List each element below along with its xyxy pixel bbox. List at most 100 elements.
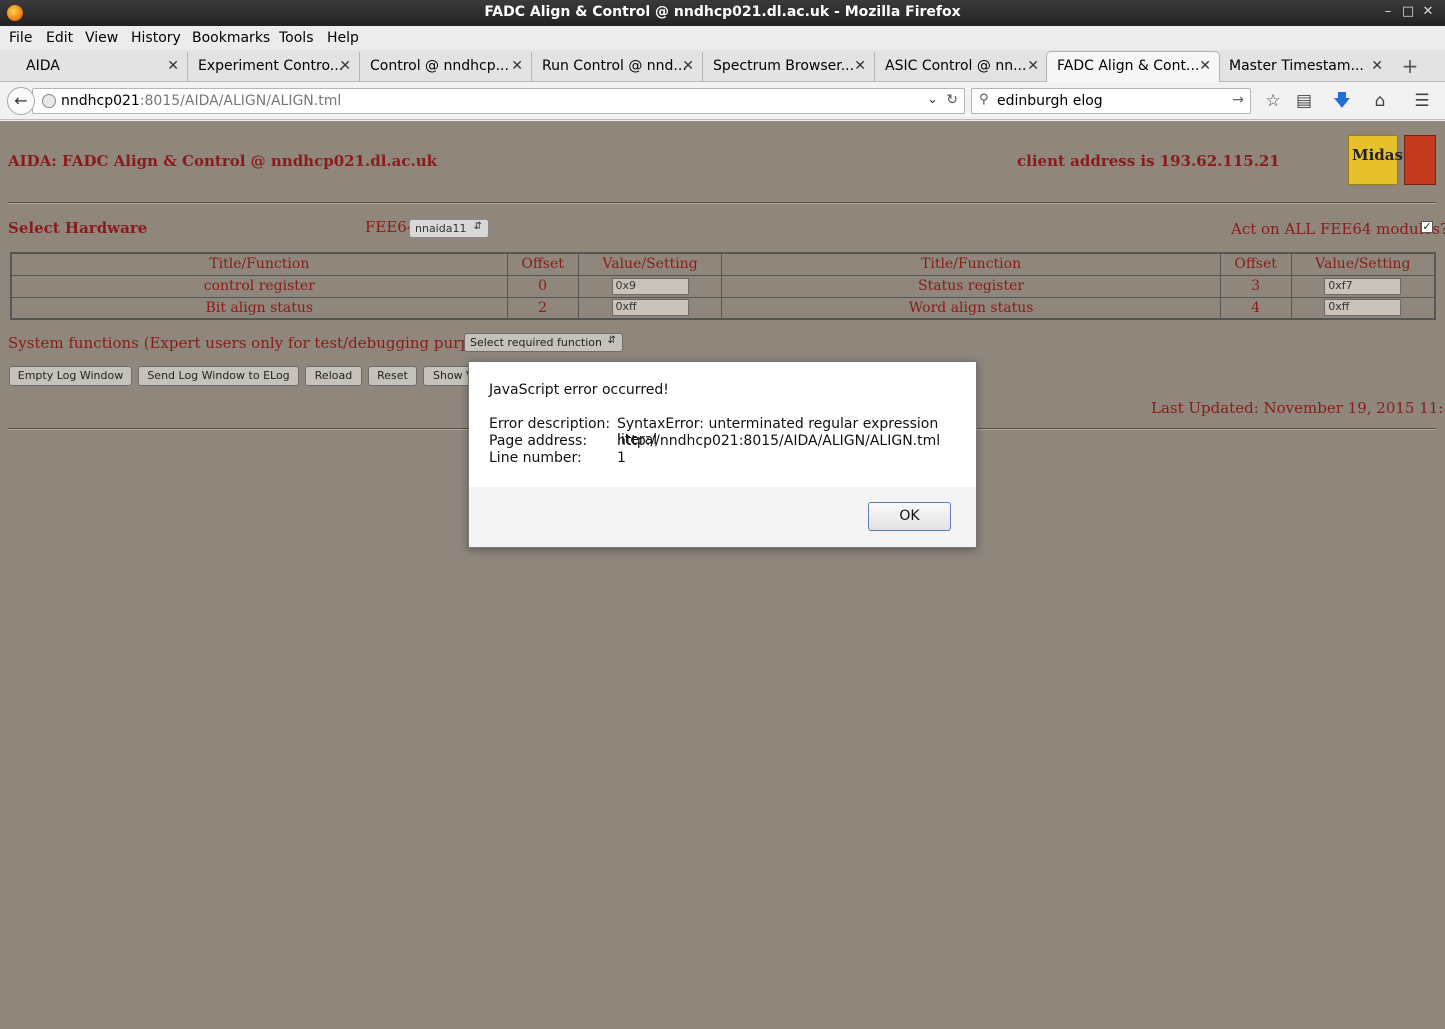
table-header-row: Title/Function Offset Value/Setting Titl… xyxy=(10,252,1436,276)
tab-close-icon[interactable]: ✕ xyxy=(167,58,179,74)
tab-label: FADC Align & Cont... xyxy=(1057,58,1200,74)
column-header: Offset xyxy=(506,252,579,276)
tab-master-timestamp[interactable]: Master Timestam... ✕ xyxy=(1219,52,1391,82)
send-log-button[interactable]: Send Log Window to ELog xyxy=(138,366,299,386)
reload-button[interactable]: Reload xyxy=(305,366,362,386)
register-title: control register xyxy=(10,274,508,298)
search-bar[interactable]: ⚲ edinburgh elog → xyxy=(971,88,1251,114)
tcl-logo xyxy=(1404,135,1436,185)
register-offset: 0 xyxy=(506,274,579,298)
last-updated: Last Updated: November 19, 2015 11:50:18 xyxy=(1151,399,1445,417)
register-value-cell: 0xff xyxy=(1290,296,1436,320)
tab-close-icon[interactable]: ✕ xyxy=(511,58,523,74)
tab-close-icon[interactable]: ✕ xyxy=(1199,58,1211,74)
js-error-dialog: JavaScript error occurred! Error descrip… xyxy=(468,361,977,548)
register-value-cell: 0xff xyxy=(577,296,723,320)
register-value-input[interactable]: 0xff xyxy=(611,299,689,317)
reset-button[interactable]: Reset xyxy=(368,366,417,386)
system-function-select-value: Select required function xyxy=(470,336,602,349)
search-input[interactable]: edinburgh elog xyxy=(997,93,1103,109)
download-icon[interactable]: 🡇 xyxy=(1331,91,1353,113)
select-arrows-icon: ⇵ xyxy=(473,221,482,232)
window-title: FADC Align & Control @ nndhcp021.dl.ac.u… xyxy=(484,4,961,20)
menu-view[interactable]: View xyxy=(85,30,118,46)
menu-bookmarks[interactable]: Bookmarks xyxy=(192,30,270,46)
tab-fadc-align[interactable]: FADC Align & Cont... ✕ xyxy=(1046,51,1220,83)
register-value-cell: 0x9 xyxy=(577,274,723,298)
register-table: Title/Function Offset Value/Setting Titl… xyxy=(10,252,1436,320)
bookmark-star-icon[interactable]: ☆ xyxy=(1262,91,1284,113)
back-icon[interactable]: ← xyxy=(7,87,35,115)
dialog-body: JavaScript error occurred! Error descrip… xyxy=(469,362,976,487)
window-titlebar: FADC Align & Control @ nndhcp021.dl.ac.u… xyxy=(0,0,1445,26)
tab-label: Spectrum Browser... xyxy=(713,58,855,74)
reading-list-icon[interactable]: ▤ xyxy=(1293,91,1315,113)
tab-close-icon[interactable]: ✕ xyxy=(1027,58,1039,74)
page-content: AIDA: FADC Align & Control @ nndhcp021.d… xyxy=(0,121,1445,1029)
tab-bar: AIDA ✕ Experiment Contro... ✕ Control @ … xyxy=(0,50,1445,83)
select-hardware-label: Select Hardware xyxy=(8,219,148,237)
tab-close-icon[interactable]: ✕ xyxy=(854,58,866,74)
tab-control[interactable]: Control @ nndhcp... ✕ xyxy=(360,52,532,82)
tab-label: Run Control @ nnd... xyxy=(542,58,687,74)
search-icon: ⚲ xyxy=(979,92,989,107)
tab-close-icon[interactable]: ✕ xyxy=(682,58,694,74)
register-offset: 3 xyxy=(1219,274,1292,298)
fee64-select[interactable]: nnaida11 ⇵ xyxy=(409,219,489,238)
empty-log-button[interactable]: Empty Log Window xyxy=(9,366,132,386)
register-offset: 4 xyxy=(1219,296,1292,320)
menu-history[interactable]: History xyxy=(131,30,181,46)
register-title: Bit align status xyxy=(10,296,508,320)
register-value-input[interactable]: 0xff xyxy=(1324,299,1402,317)
globe-icon xyxy=(42,94,56,108)
tab-label: Master Timestam... xyxy=(1229,58,1364,74)
dropdown-icon[interactable]: ⌄ xyxy=(927,92,938,107)
reload-icon[interactable]: ↻ xyxy=(946,92,958,108)
register-title: Status register xyxy=(721,274,1221,298)
menu-icon[interactable]: ☰ xyxy=(1411,91,1433,113)
menu-tools[interactable]: Tools xyxy=(279,30,314,46)
menu-edit[interactable]: Edit xyxy=(46,30,73,46)
table-row: control register 0 0x9 Status register 3… xyxy=(10,274,1436,298)
ok-button[interactable]: OK xyxy=(868,502,951,531)
url-bar[interactable]: nndhcp021:8015/AIDA/ALIGN/ALIGN.tml ⌄ ↻ xyxy=(32,88,965,114)
menu-file[interactable]: File xyxy=(9,30,32,46)
tab-aida[interactable]: AIDA ✕ xyxy=(16,52,188,82)
dialog-heading: JavaScript error occurred! xyxy=(489,382,669,398)
home-icon[interactable]: ⌂ xyxy=(1369,91,1391,113)
column-header: Title/Function xyxy=(10,252,508,276)
error-description-label: Error description: xyxy=(489,416,611,432)
page-title: AIDA: FADC Align & Control @ nndhcp021.d… xyxy=(8,152,438,170)
register-value-input[interactable]: 0x9 xyxy=(611,277,689,295)
line-number-label: Line number: xyxy=(489,450,582,466)
url-text: nndhcp021:8015/AIDA/ALIGN/ALIGN.tml xyxy=(61,93,341,109)
minimize-icon[interactable]: – xyxy=(1380,4,1396,20)
tab-close-icon[interactable]: ✕ xyxy=(1371,58,1383,74)
register-value-input[interactable]: 0xf7 xyxy=(1324,277,1402,295)
system-function-select[interactable]: Select required function ⇵ xyxy=(464,333,623,352)
menu-help[interactable]: Help xyxy=(327,30,359,46)
maximize-icon[interactable]: □ xyxy=(1400,4,1416,20)
act-all-label: Act on ALL FEE64 modules? xyxy=(1231,220,1445,238)
midas-logo: Midas xyxy=(1348,135,1403,185)
navigation-toolbar: nndhcp021:8015/AIDA/ALIGN/ALIGN.tml ⌄ ↻ … xyxy=(0,82,1445,120)
url-path: :8015/AIDA/ALIGN/ALIGN.tml xyxy=(139,93,342,109)
column-header: Offset xyxy=(1219,252,1292,276)
column-header: Title/Function xyxy=(721,252,1221,276)
act-all-checkbox[interactable]: ✓ xyxy=(1421,221,1433,233)
new-tab-icon[interactable]: + xyxy=(1398,56,1422,78)
midas-logo-text: Midas xyxy=(1352,146,1403,164)
tab-asic-control[interactable]: ASIC Control @ nn... ✕ xyxy=(875,52,1047,82)
tab-close-icon[interactable]: ✕ xyxy=(339,58,351,74)
register-offset: 2 xyxy=(506,296,579,320)
tab-experiment-control[interactable]: Experiment Contro... ✕ xyxy=(188,52,360,82)
close-window-icon[interactable]: ✕ xyxy=(1420,4,1436,20)
fee64-select-value: nnaida11 xyxy=(415,222,467,235)
register-title: Word align status xyxy=(721,296,1221,320)
page-address-label: Page address: xyxy=(489,433,588,449)
tab-run-control[interactable]: Run Control @ nnd... ✕ xyxy=(532,52,703,82)
tab-spectrum-browser[interactable]: Spectrum Browser... ✕ xyxy=(703,52,875,82)
go-icon[interactable]: → xyxy=(1232,92,1244,108)
url-host: nndhcp021 xyxy=(61,93,140,109)
register-value-cell: 0xf7 xyxy=(1290,274,1436,298)
